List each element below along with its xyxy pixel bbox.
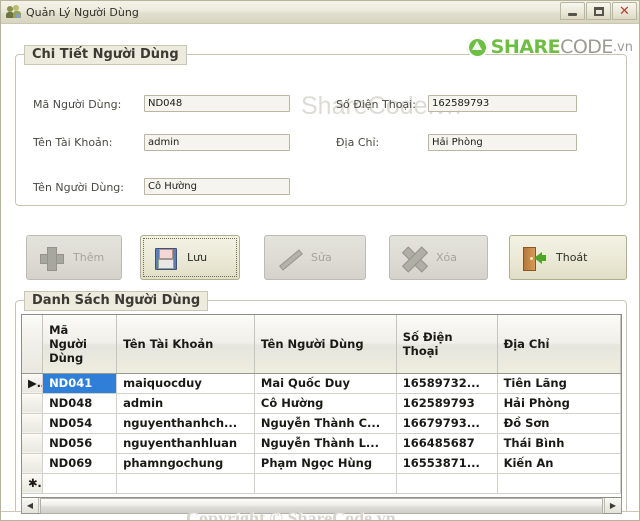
row-marker-icon[interactable] (22, 453, 44, 474)
cell-sdt[interactable]: 16553871... (396, 453, 498, 474)
window-title: Quản Lý Người Dùng (26, 5, 139, 19)
pencil-icon (277, 246, 303, 271)
scroll-left-arrow-icon[interactable]: ◀ (22, 498, 39, 513)
add-button-label: Thêm (73, 251, 105, 264)
new-cell-sdt[interactable] (396, 473, 498, 494)
so-dien-thoai-input[interactable] (428, 95, 577, 112)
cell-ten[interactable]: Mai Quốc Duy (254, 373, 397, 394)
table-body: ▶ ND041 maiquocduy Mai Quốc Duy 16589732... T… (22, 373, 621, 494)
ma-nguoi-dung-label: Mã Người Dùng: (33, 98, 122, 111)
column-header-marker (22, 315, 44, 374)
table-row[interactable]: ND069 phamngochung Phạm Ngọc Hùng 16553871.… (22, 453, 621, 474)
cell-tk[interactable]: admin (116, 393, 255, 414)
scrollbar-thumb[interactable] (40, 497, 603, 514)
cell-ten[interactable]: Cô Hường (254, 393, 397, 414)
maximize-icon (593, 6, 604, 16)
column-header-ten-tai-khoan[interactable]: Tên Tài Khoản (116, 315, 255, 374)
save-button-label: Lưu (187, 251, 208, 264)
cell-ten[interactable]: Nguyễn Thành L... (254, 433, 397, 454)
cell-ma[interactable]: ND069 (42, 453, 118, 474)
plus-icon (39, 246, 64, 271)
minimize-button[interactable] (560, 2, 585, 20)
close-button[interactable]: ✕ (612, 2, 637, 20)
cell-dc[interactable]: Tiên Lãng (497, 373, 621, 394)
users-table: Mã Người Dùng Tên Tài Khoản Tên Người Dù… (22, 315, 621, 494)
cell-sdt[interactable]: 166485687 (396, 433, 498, 454)
new-cell-dc[interactable] (497, 473, 621, 494)
so-dien-thoai-label: Số Điện Thoại: (336, 98, 416, 111)
delete-button[interactable]: Xóa (389, 235, 488, 280)
exit-button-label: Thoát (556, 251, 588, 264)
cell-ten[interactable]: Nguyễn Thành C... (254, 413, 397, 434)
new-cell-ten[interactable] (254, 473, 397, 494)
row-marker-icon[interactable] (22, 393, 44, 414)
new-record-row[interactable]: ✱ (22, 473, 621, 494)
ten-tai-khoan-label: Tên Tài Khoản: (33, 136, 113, 149)
detail-panel-title: Chi Tiết Người Dùng (24, 45, 187, 65)
edit-button-label: Sửa (311, 251, 332, 264)
cell-tk[interactable]: maiquocduy (116, 373, 255, 394)
cell-sdt[interactable]: 16589732... (396, 373, 498, 394)
cell-tk[interactable]: phamngochung (116, 453, 255, 474)
window-content: SHARE CODE .vn ShareCode.vn Chi Tiết Ngư… (1, 24, 639, 520)
window-controls: ✕ (560, 2, 637, 20)
title-bar: Quản Lý Người Dùng ✕ (1, 1, 639, 24)
minimize-icon (568, 12, 577, 16)
column-header-dia-chi[interactable]: Địa Chỉ (497, 315, 621, 374)
cell-sdt[interactable]: 162589793 (396, 393, 498, 414)
row-marker-icon[interactable] (22, 433, 44, 454)
new-record-marker-icon[interactable]: ✱ (22, 473, 44, 494)
cell-dc[interactable]: Thái Bình (497, 433, 621, 454)
table-row[interactable]: ▶ ND041 maiquocduy Mai Quốc Duy 16589732... T… (22, 373, 621, 394)
dia-chi-label: Địa Chỉ: (336, 136, 380, 149)
cell-dc[interactable]: Đồ Sơn (497, 413, 621, 434)
save-icon (153, 246, 177, 270)
cell-ma[interactable]: ND056 (42, 433, 118, 454)
scroll-right-arrow-icon[interactable]: ▶ (604, 498, 621, 513)
cell-tk[interactable]: nguyenthanhluan (116, 433, 255, 454)
column-header-ma-nguoi-dung[interactable]: Mã Người Dùng (42, 315, 118, 374)
edit-button[interactable]: Sửa (264, 235, 366, 280)
column-header-so-dien-thoai[interactable]: Số Điện Thoại (396, 315, 498, 374)
table-row[interactable]: ND048 admin Cô Hường 162589793 Hải Phòng (22, 393, 621, 414)
table-row[interactable]: ND054 nguyenthanhch... Nguyễn Thành C... 16… (22, 413, 621, 434)
cell-dc[interactable]: Kiến An (497, 453, 621, 474)
add-button[interactable]: Thêm (26, 235, 122, 280)
cell-ma[interactable]: ND041 (42, 373, 118, 394)
table-header-row: Mã Người Dùng Tên Tài Khoản Tên Người Dù… (22, 315, 621, 374)
dia-chi-input[interactable] (428, 134, 577, 151)
cell-ma[interactable]: ND054 (42, 413, 118, 434)
row-marker-icon[interactable] (22, 413, 44, 434)
close-x-icon (402, 246, 426, 270)
new-cell-ma[interactable] (42, 473, 118, 494)
column-header-ten-nguoi-dung[interactable]: Tên Người Dùng (254, 315, 397, 374)
exit-icon (522, 246, 546, 271)
ten-nguoi-dung-label: Tên Người Dùng: (33, 181, 124, 194)
new-cell-tk[interactable] (116, 473, 255, 494)
exit-button[interactable]: Thoát (509, 235, 627, 280)
save-button[interactable]: Lưu (140, 235, 240, 280)
table-row[interactable]: ND056 nguyenthanhluan Nguyễn Thành L... 166… (22, 433, 621, 454)
ma-nguoi-dung-input[interactable] (144, 95, 290, 112)
users-icon (6, 4, 22, 20)
ten-nguoi-dung-input[interactable] (144, 178, 290, 195)
row-marker-icon[interactable]: ▶ (22, 373, 44, 394)
close-icon: ✕ (619, 3, 630, 19)
cell-sdt[interactable]: 16679793... (396, 413, 498, 434)
cell-ma[interactable]: ND048 (42, 393, 118, 414)
cell-ten[interactable]: Phạm Ngọc Hùng (254, 453, 397, 474)
logo-tld-text: .vn (612, 39, 633, 55)
grid-horizontal-scrollbar[interactable]: ◀ ▶ (21, 497, 622, 514)
cell-tk[interactable]: nguyenthanhch... (116, 413, 255, 434)
delete-button-label: Xóa (436, 251, 458, 264)
table-header: Mã Người Dùng Tên Tài Khoản Tên Người Dù… (22, 315, 621, 374)
ten-tai-khoan-input[interactable] (144, 134, 290, 151)
cell-dc[interactable]: Hải Phòng (497, 393, 621, 414)
maximize-button[interactable] (586, 2, 611, 20)
list-panel-title: Danh Sách Người Dùng (24, 291, 209, 311)
users-data-grid[interactable]: Mã Người Dùng Tên Tài Khoản Tên Người Dù… (21, 314, 622, 514)
user-management-window: Quản Lý Người Dùng ✕ SHARE CODE .vn Shar… (0, 0, 640, 521)
